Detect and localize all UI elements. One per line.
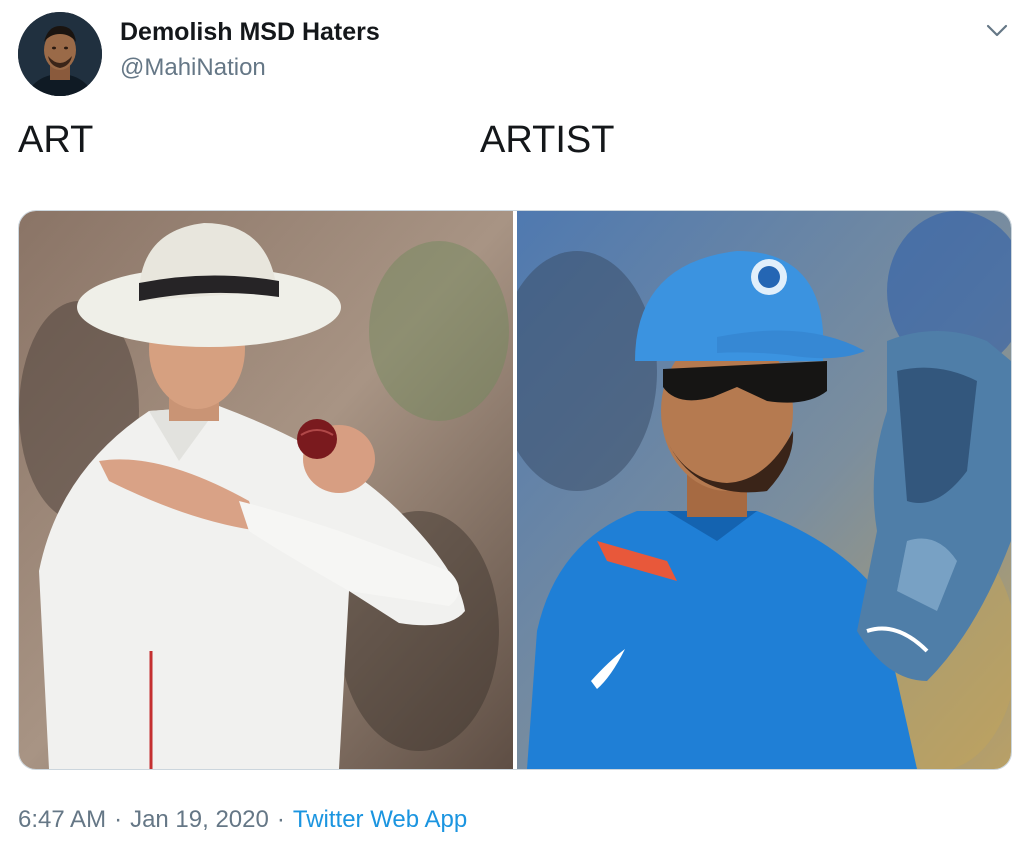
display-name[interactable]: Demolish MSD Haters xyxy=(120,18,380,47)
tweet-date[interactable]: Jan 19, 2020 xyxy=(130,806,269,833)
chevron-down-icon[interactable] xyxy=(982,18,1012,44)
tweet-meta: 6:47 AM · Jan 19, 2020 · Twitter Web App xyxy=(18,806,467,834)
photo-umpire[interactable] xyxy=(19,211,513,769)
media-grid xyxy=(18,210,1012,770)
separator: · xyxy=(114,806,123,833)
tweet-source-link[interactable]: Twitter Web App xyxy=(293,806,467,833)
tweet-text-artist: ARTIST xyxy=(480,119,615,161)
avatar-image xyxy=(18,12,102,96)
user-handle[interactable]: @MahiNation xyxy=(120,54,266,82)
tweet-text-art: ART xyxy=(18,119,94,161)
avatar[interactable] xyxy=(18,12,102,96)
cricketer-image xyxy=(517,211,1011,769)
tweet: Demolish MSD Haters @MahiNation ART ARTI… xyxy=(0,0,1030,845)
photo-cricketer[interactable] xyxy=(517,211,1011,769)
tweet-time[interactable]: 6:47 AM xyxy=(18,806,106,833)
umpire-image xyxy=(19,211,513,769)
separator: · xyxy=(276,806,285,833)
